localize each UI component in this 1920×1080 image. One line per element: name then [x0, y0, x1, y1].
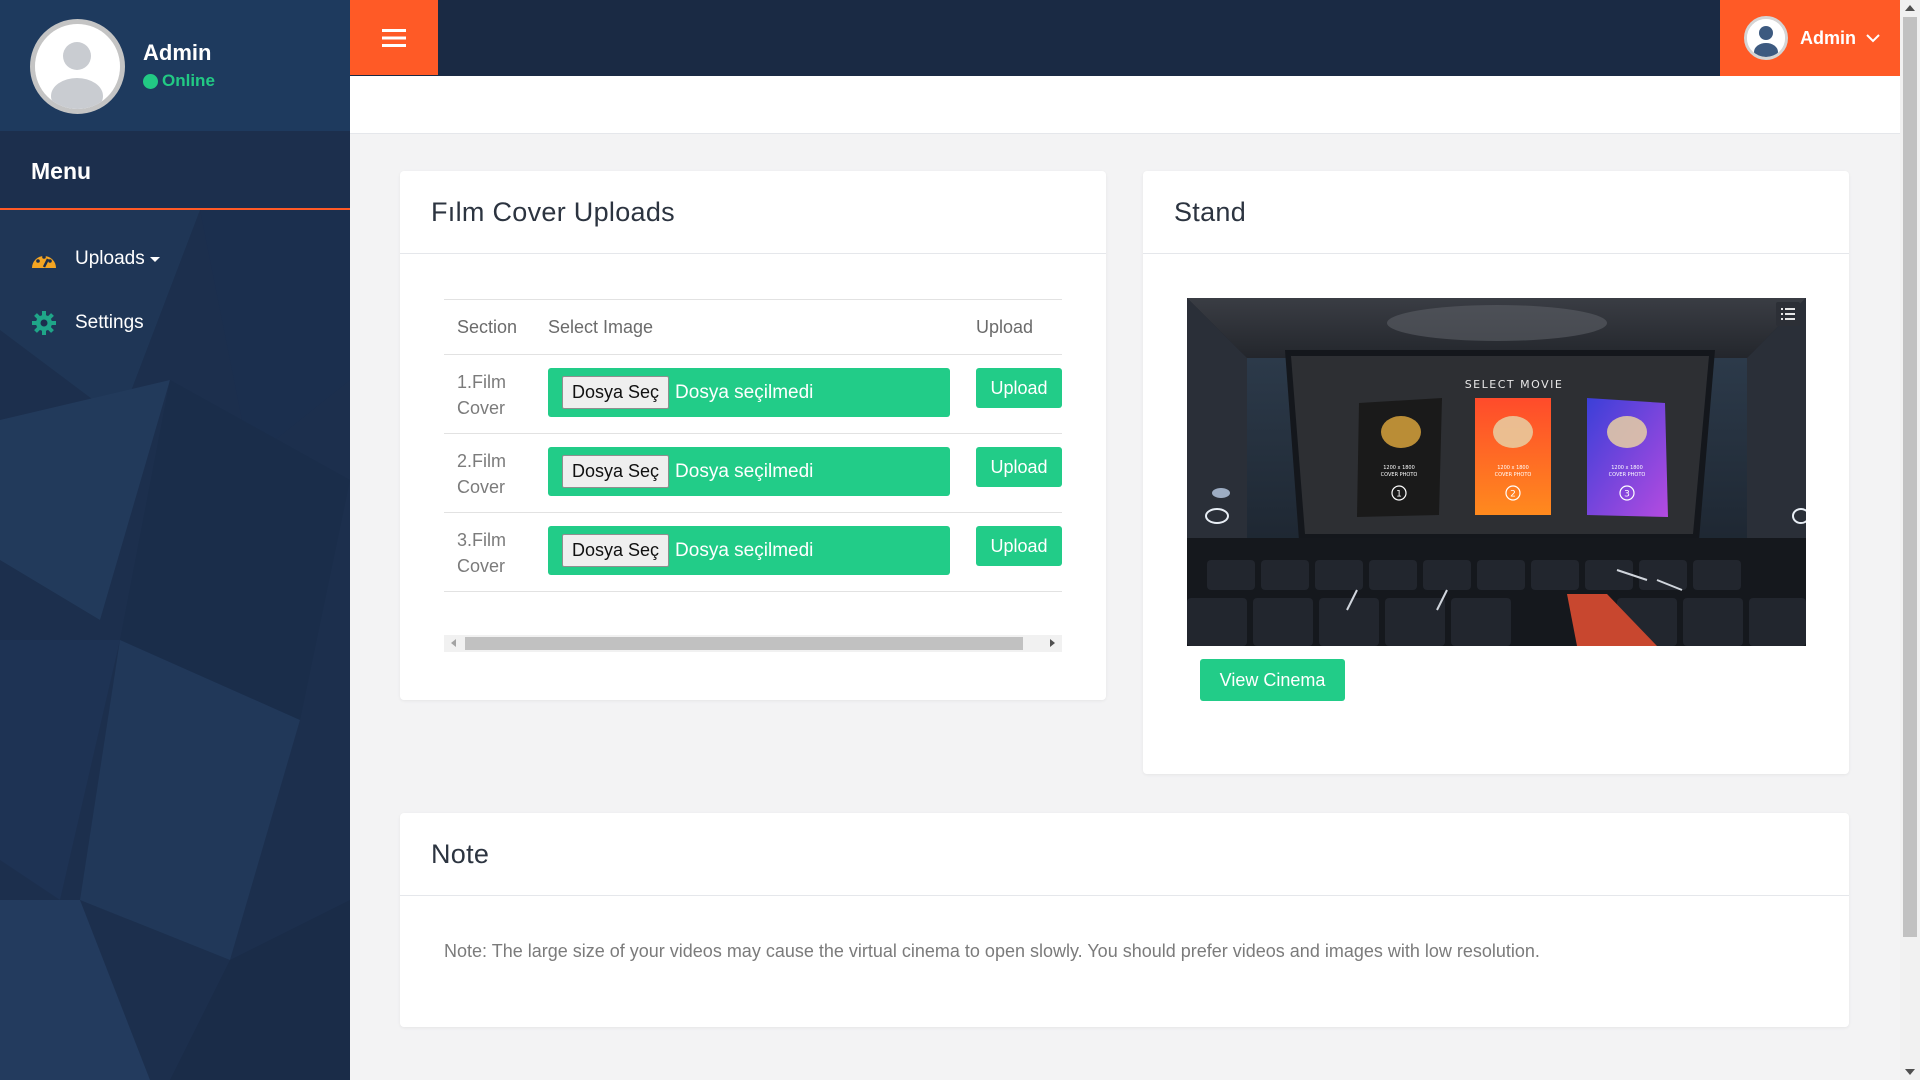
card-header: Stand — [1143, 171, 1849, 254]
sidebar-item-label: Settings — [75, 312, 144, 333]
user-menu-label: Admin — [1800, 27, 1856, 48]
scroll-left-arrow-icon[interactable] — [451, 639, 456, 647]
scrollbar-thumb[interactable] — [1903, 17, 1917, 937]
scroll-down-arrow-icon[interactable] — [1905, 1069, 1915, 1075]
scroll-up-arrow-icon[interactable] — [1905, 5, 1915, 11]
card-header: Note — [400, 813, 1849, 896]
film-cover-uploads-card: Fılm Cover Uploads Section Select Image … — [400, 171, 1106, 700]
poster-label: 1200 x 1800 — [1497, 465, 1529, 471]
chevron-down-icon — [1866, 33, 1880, 42]
gear-icon — [31, 310, 57, 336]
user-avatar-icon — [35, 24, 120, 109]
poster-number: 1 — [1396, 490, 1402, 500]
choose-file-button[interactable]: Dosya Seç — [562, 376, 670, 409]
sidebar-item-label: Uploads — [75, 248, 145, 269]
file-input[interactable]: Dosya Seç Dosya seçilmedi — [548, 368, 950, 417]
column-header-upload: Upload — [976, 317, 1034, 337]
hamburger-icon — [382, 28, 406, 47]
page-scrollbar[interactable] — [1900, 0, 1920, 1080]
card-title: Fılm Cover Uploads — [431, 196, 675, 227]
poster-label: 1200 x 1800 — [1383, 465, 1415, 471]
scrollbar-thumb[interactable] — [465, 637, 1023, 650]
cinema-preview-image: SELECT MOVIE 1200 x 1800 COVER PHOTO 120… — [1187, 298, 1806, 646]
menu-toggle-button[interactable] — [350, 0, 438, 75]
card-title: Stand — [1174, 196, 1247, 227]
view-cinema-button[interactable]: View Cinema — [1200, 659, 1345, 701]
sidebar-item-uploads[interactable]: Uploads — [31, 246, 160, 272]
poster-label: COVER PHOTO — [1381, 472, 1418, 478]
user-avatar-icon — [1747, 19, 1785, 57]
file-status-text: Dosya seçilmedi — [675, 381, 814, 403]
menu-divider — [0, 208, 350, 210]
upload-button[interactable]: Upload — [976, 368, 1062, 408]
poster-label: COVER PHOTO — [1495, 472, 1532, 478]
profile-name: Admin — [143, 40, 212, 65]
note-card: Note Note: The large size of your videos… — [400, 813, 1849, 1027]
table-header: Section Select Image Upload — [444, 299, 1062, 355]
file-input[interactable]: Dosya Seç Dosya seçilmedi — [548, 447, 950, 496]
dashboard-gauge-icon — [31, 246, 57, 272]
section-cell: 2.Film Cover — [457, 451, 506, 497]
scroll-right-arrow-icon[interactable] — [1050, 639, 1055, 647]
caret-down-icon — [149, 256, 160, 262]
file-input[interactable]: Dosya Seç Dosya seçilmedi — [548, 526, 950, 575]
cinema-scene: SELECT MOVIE 1200 x 1800 COVER PHOTO 120… — [1187, 298, 1806, 646]
poster-number: 2 — [1510, 490, 1516, 500]
poster-label: 1200 x 1800 — [1611, 465, 1643, 471]
card-header: Fılm Cover Uploads — [400, 171, 1106, 254]
list-icon[interactable] — [1776, 302, 1800, 326]
menu-title: Menu — [31, 158, 92, 184]
column-header-section: Section — [457, 317, 518, 337]
section-cell: 1.Film Cover — [457, 372, 506, 418]
content-subheader — [350, 76, 1900, 134]
file-status-text: Dosya seçilmedi — [675, 460, 814, 482]
table-row: 1.Film Cover Dosya Seç Dosya seçilmedi U… — [444, 355, 1062, 434]
upload-button[interactable]: Upload — [976, 526, 1062, 566]
avatar — [30, 19, 125, 114]
user-dropdown-button[interactable]: Admin — [1720, 0, 1900, 76]
choose-file-button[interactable]: Dosya Seç — [562, 455, 670, 488]
table-row: 3.Film Cover Dosya Seç Dosya seçilmedi U… — [444, 513, 1062, 592]
top-navbar — [350, 0, 1900, 76]
sidebar: Admin Online Menu Uploads Settings — [0, 0, 350, 1080]
choose-file-button[interactable]: Dosya Seç — [562, 534, 670, 567]
card-title: Note — [431, 838, 490, 869]
avatar — [1744, 16, 1788, 60]
table-row: 2.Film Cover Dosya Seç Dosya seçilmedi U… — [444, 434, 1062, 513]
poster-label: COVER PHOTO — [1609, 472, 1646, 478]
poster-number: 3 — [1624, 490, 1630, 500]
file-status-text: Dosya seçilmedi — [675, 539, 814, 561]
status-label: Online — [162, 71, 215, 90]
section-cell: 3.Film Cover — [457, 530, 506, 576]
upload-button[interactable]: Upload — [976, 447, 1062, 487]
status-dot-icon — [143, 73, 158, 89]
note-text: Note: The large size of your videos may … — [444, 941, 1540, 961]
screen-heading: SELECT MOVIE — [1465, 378, 1564, 391]
uploads-table: Section Select Image Upload 1.Film Cover… — [444, 299, 1062, 592]
sidebar-item-settings[interactable]: Settings — [31, 310, 144, 336]
user-profile-panel: Admin Online — [0, 0, 350, 131]
online-status: Online — [143, 71, 215, 91]
stand-card: Stand SELECT MOVIE 1200 x 1800 COVER PHO… — [1143, 171, 1849, 774]
table-horizontal-scrollbar[interactable] — [444, 635, 1062, 652]
column-header-select-image: Select Image — [548, 317, 654, 337]
